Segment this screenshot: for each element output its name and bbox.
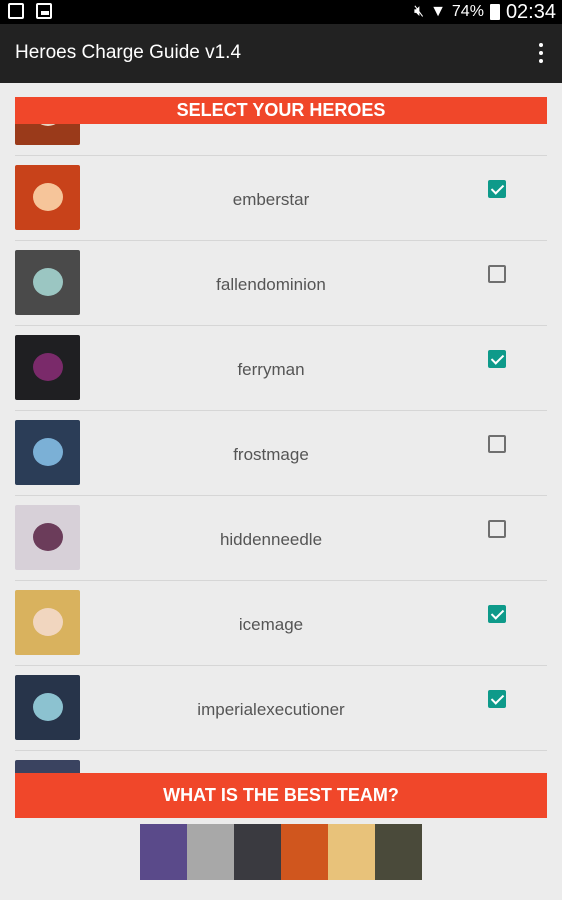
hero-row[interactable]: icemage [15, 581, 547, 666]
team-hero-portrait [281, 824, 328, 880]
hero-row[interactable] [15, 751, 547, 773]
team-hero-portrait [140, 824, 187, 880]
hero-checkbox[interactable] [488, 350, 506, 368]
status-right: 🔇︎ ▼ 74% 02:34 [414, 0, 556, 24]
battery-percent: 74% [451, 3, 484, 20]
hero-avatar [15, 590, 80, 655]
team-hero-portrait [187, 824, 234, 880]
hero-row[interactable]: emberstar [15, 156, 547, 241]
best-team-preview [140, 824, 422, 880]
hero-name: icemage [238, 615, 304, 634]
hero-name: frostmage [233, 445, 309, 464]
select-heroes-banner: SELECT YOUR HEROES [15, 97, 547, 124]
hero-avatar [15, 335, 80, 400]
hero-avatar [15, 760, 80, 773]
hero-name: fallendominion [216, 275, 326, 294]
hero-list[interactable]: emberstar fallendominion ferryman frostmage… [15, 97, 547, 773]
hero-portrait-icon [33, 183, 63, 211]
hero-checkbox[interactable] [488, 265, 506, 283]
hero-name: hiddenneedle [219, 530, 323, 549]
hero-avatar [15, 165, 80, 230]
hero-row[interactable]: ferryman [15, 326, 547, 411]
team-hero-portrait [328, 824, 375, 880]
hero-avatar [15, 505, 80, 570]
hero-portrait-icon [33, 438, 63, 466]
team-hero-portrait [234, 824, 281, 880]
hero-checkbox[interactable] [488, 690, 506, 708]
hero-row[interactable]: fallendominion [15, 241, 547, 326]
mute-icon: 🔇︎ [413, 3, 425, 20]
best-team-button[interactable]: WHAT IS THE BEST TEAM? [15, 773, 547, 818]
hero-row[interactable]: hiddenneedle [15, 496, 547, 581]
app-bar: Heroes Charge Guide v1.4 [0, 24, 562, 83]
hero-name: imperialexecutioner [197, 700, 345, 719]
hero-avatar [15, 250, 80, 315]
gallery-icon [36, 3, 52, 19]
hero-portrait-icon [33, 523, 63, 551]
hero-portrait-icon [33, 353, 63, 381]
battery-icon [489, 4, 500, 20]
hero-row[interactable]: frostmage [15, 411, 547, 496]
hero-name: emberstar [232, 190, 310, 209]
hero-checkbox[interactable] [488, 520, 506, 538]
hero-portrait-icon [33, 268, 63, 296]
hero-portrait-icon [33, 693, 63, 721]
status-bar: 🔇︎ ▼ 74% 02:34 [0, 0, 562, 24]
hero-name: ferryman [237, 360, 305, 379]
hero-row[interactable]: imperialexecutioner [15, 666, 547, 751]
clock: 02:34 [505, 0, 556, 23]
hero-checkbox[interactable] [488, 435, 506, 453]
screenshot-icon [8, 3, 24, 19]
hero-checkbox[interactable] [488, 605, 506, 623]
team-hero-portrait [375, 824, 422, 880]
hero-list-inner: emberstar fallendominion ferryman frostmage… [15, 97, 547, 773]
wifi-icon: ▼ [430, 3, 446, 20]
hero-portrait-icon [33, 608, 63, 636]
app-title: Heroes Charge Guide v1.4 [15, 42, 242, 63]
hero-avatar [15, 675, 80, 740]
hero-checkbox[interactable] [488, 180, 506, 198]
overflow-menu-icon[interactable] [538, 43, 544, 63]
status-left-icons [8, 3, 52, 19]
hero-avatar [15, 420, 80, 485]
